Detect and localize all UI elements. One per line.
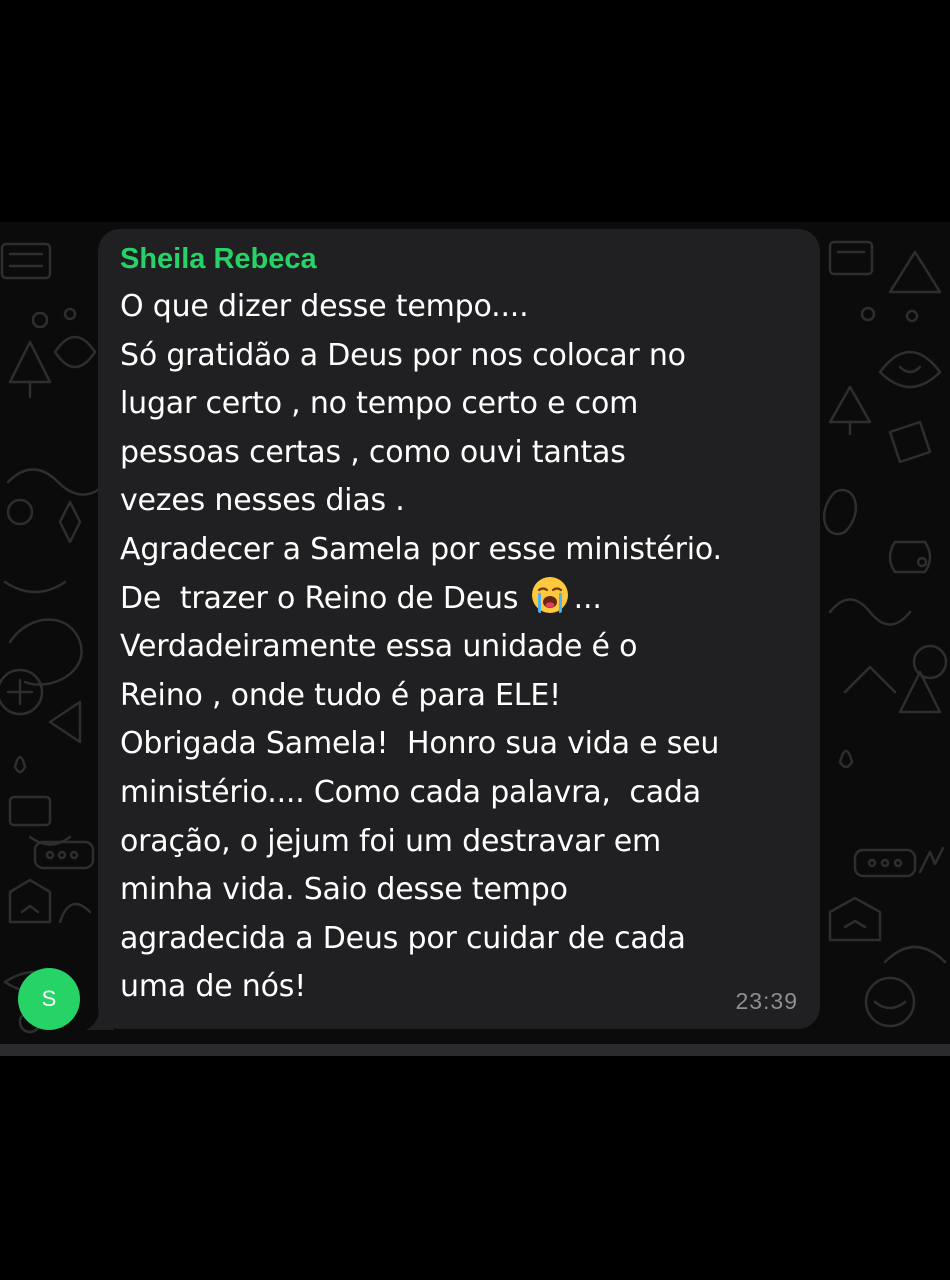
message-line: ministério.... Como cada palavra, cada — [120, 774, 701, 810]
loudly-crying-face-icon — [531, 576, 568, 613]
message-line: Só gratidão a Deus por nos colocar no — [120, 337, 686, 373]
message-line: oração, o jejum foi um destravar em — [120, 823, 662, 859]
message-line: uma de nós! — [120, 969, 307, 1005]
message-line: Verdadeiramente essa unidade é o — [120, 629, 638, 665]
message-line-prefix: De trazer o Reino de Deus — [120, 580, 519, 616]
message-line: lugar certo , no tempo certo e com — [120, 386, 639, 422]
message-line: Obrigada Samela! Honro sua vida e seu — [120, 726, 720, 762]
message-line: vezes nesses dias . — [120, 483, 405, 519]
message-timestamp: 23:39 — [735, 988, 798, 1014]
message-line: minha vida. Saio desse tempo — [120, 872, 568, 908]
message-line: pessoas certas , como ouvi tantas — [120, 434, 626, 470]
message-bubble[interactable]: Sheila Rebeca O que dizer desse tempo...… — [98, 229, 820, 1029]
screen: Sheila Rebeca O que dizer desse tempo...… — [0, 0, 950, 1280]
message-line: agradecida a Deus por cuidar de cada — [120, 920, 686, 956]
sender-name[interactable]: Sheila Rebeca — [120, 243, 317, 276]
sender-avatar[interactable]: S — [18, 968, 80, 1030]
message-line: O que dizer desse tempo.... — [120, 289, 529, 324]
message-line-with-emoji: De trazer o Reino de Deus ... — [120, 575, 810, 624]
message-line: Reino , onde tudo é para ELE! — [120, 677, 561, 713]
message-line-suffix: ... — [573, 580, 602, 616]
message-text: O que dizer desse tempo.... Só gratidão … — [120, 283, 810, 1012]
message-line: Agradecer a Samela por esse ministério. — [120, 531, 722, 567]
input-bar-edge — [0, 1044, 950, 1056]
